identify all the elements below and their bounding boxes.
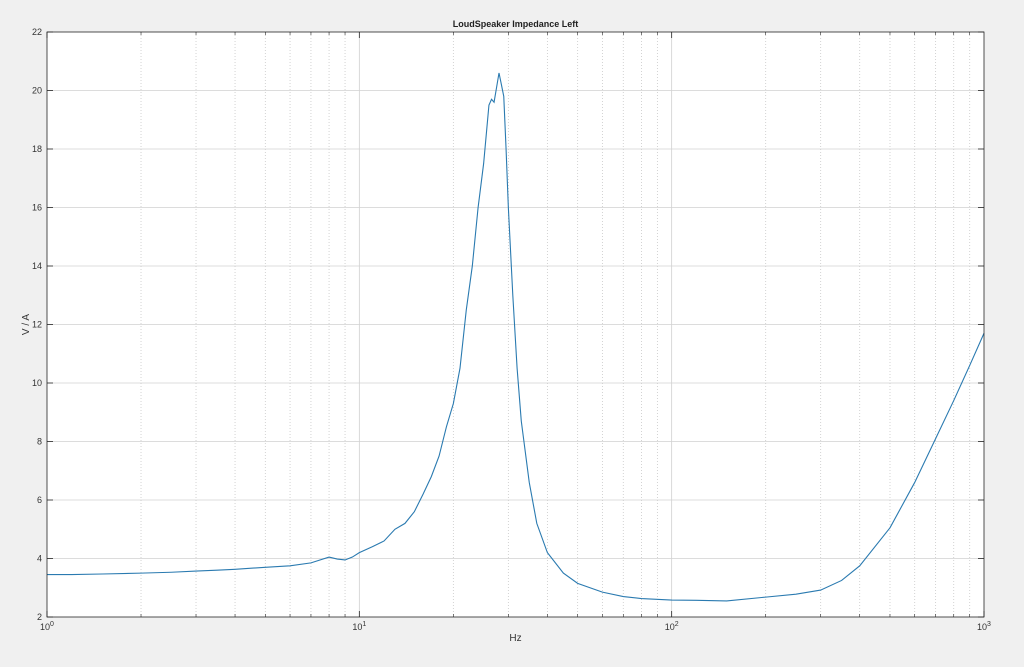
x-tick-label: 103	[977, 621, 991, 632]
y-tick-label: 20	[32, 86, 42, 96]
y-tick-label: 12	[32, 320, 42, 330]
x-tick-label: 102	[665, 621, 679, 632]
y-tick-label: 6	[37, 495, 42, 505]
y-tick-label: 2	[37, 612, 42, 622]
y-tick-label: 14	[32, 261, 42, 271]
y-tick-label: 22	[32, 27, 42, 37]
y-tick-label: 10	[32, 378, 42, 388]
y-axis-label: V / A	[21, 314, 32, 335]
y-tick-label: 4	[37, 554, 42, 564]
x-tick-label: 101	[352, 621, 366, 632]
x-axis-label: Hz	[509, 633, 521, 644]
x-tick-label: 100	[40, 621, 54, 632]
chart-svg: 2 4 6 8 10 12 14 16 18 20 22 100 101 102 103 LoudSpeak…	[21, 19, 991, 644]
y-tick-label: 8	[37, 437, 42, 447]
chart-title: LoudSpeaker Impedance Left	[453, 19, 579, 29]
y-tick-label: 18	[32, 144, 42, 154]
y-tick-label: 16	[32, 203, 42, 213]
